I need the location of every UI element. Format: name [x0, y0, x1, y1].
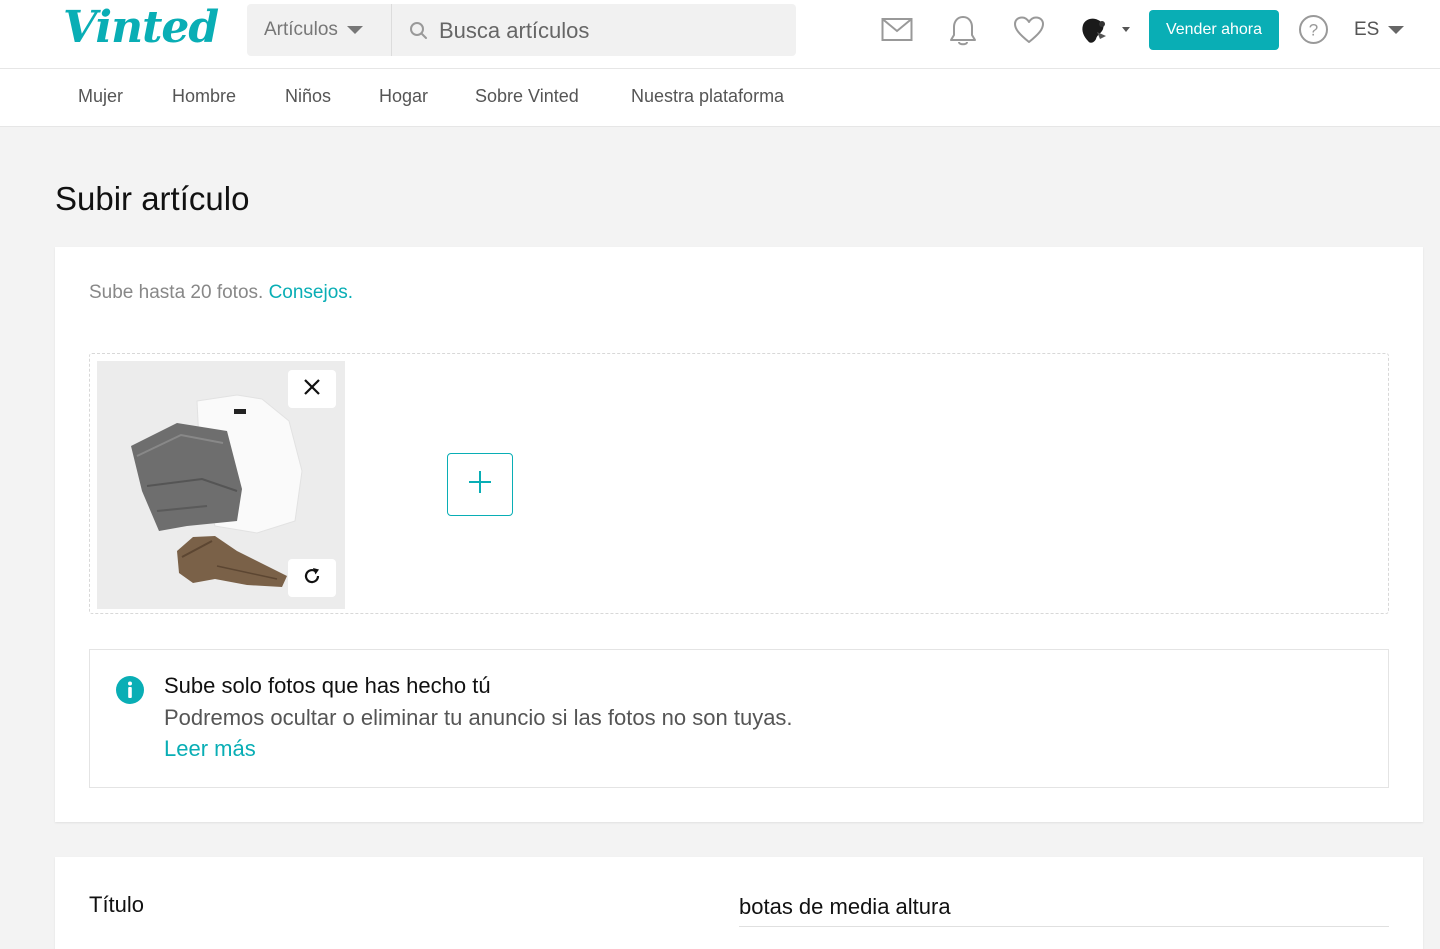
close-icon	[303, 378, 321, 401]
nav-item-sobre-vinted[interactable]: Sobre Vinted	[475, 86, 579, 107]
nav-item-hombre[interactable]: Hombre	[172, 86, 236, 107]
photos-hint-text: Sube hasta 20 fotos.	[89, 282, 264, 303]
chevron-down-icon[interactable]	[1122, 27, 1130, 32]
rotate-photo-button[interactable]	[288, 559, 336, 597]
bell-icon[interactable]	[948, 14, 978, 53]
title-label: Título	[89, 892, 145, 917]
photos-card: Sube hasta 20 fotos. Consejos. Sube solo…	[55, 247, 1423, 822]
rotate-icon	[302, 566, 322, 591]
title-card: Título	[55, 857, 1423, 949]
photo-ownership-notice: Sube solo fotos que has hecho tú Podremo…	[89, 649, 1389, 788]
info-icon	[115, 675, 145, 710]
search-category-dropdown[interactable]: Artículos	[247, 4, 392, 56]
search-icon	[409, 21, 429, 46]
add-photo-button[interactable]	[447, 453, 513, 516]
search-category-label: Artículos	[264, 19, 338, 40]
help-icon[interactable]: ?	[1298, 14, 1329, 50]
notice-title: Sube solo fotos que has hecho tú	[164, 673, 491, 698]
svg-text:?: ?	[1309, 21, 1318, 40]
sell-now-button[interactable]: Vender ahora	[1149, 10, 1279, 50]
photo-thumbnail[interactable]	[97, 361, 345, 609]
nav-item-ninos[interactable]: Niños	[285, 86, 331, 107]
notice-body: Podremos ocultar o eliminar tu anuncio s…	[164, 705, 793, 730]
avatar[interactable]	[1078, 15, 1110, 47]
vinted-logo[interactable]: Vinted	[63, 2, 219, 53]
search-input[interactable]	[439, 14, 779, 48]
mail-icon[interactable]	[881, 17, 913, 48]
photo-dropzone[interactable]	[89, 353, 1389, 614]
plus-icon	[467, 469, 493, 500]
title-input[interactable]	[739, 887, 1389, 927]
search-bar: Artículos	[247, 4, 796, 56]
language-selector[interactable]: ES	[1354, 19, 1405, 41]
read-more-link[interactable]: Leer más	[164, 736, 256, 762]
category-nav: Mujer Hombre Niños Hogar Sobre Vinted Nu…	[0, 69, 1440, 127]
heart-icon[interactable]	[1013, 16, 1045, 49]
nav-item-hogar[interactable]: Hogar	[379, 86, 428, 107]
photos-hint: Sube hasta 20 fotos. Consejos.	[89, 282, 353, 304]
nav-item-nuestra-plataforma[interactable]: Nuestra plataforma	[631, 86, 784, 107]
top-header: Vinted Artículos Vender ahora ? ES	[0, 0, 1440, 69]
tips-link[interactable]: Consejos.	[269, 282, 354, 303]
language-label: ES	[1354, 19, 1380, 40]
remove-photo-button[interactable]	[288, 370, 336, 408]
chevron-down-icon	[346, 26, 363, 34]
chevron-down-icon	[1388, 26, 1405, 34]
page-title: Subir artículo	[55, 180, 250, 217]
nav-item-mujer[interactable]: Mujer	[78, 86, 123, 107]
